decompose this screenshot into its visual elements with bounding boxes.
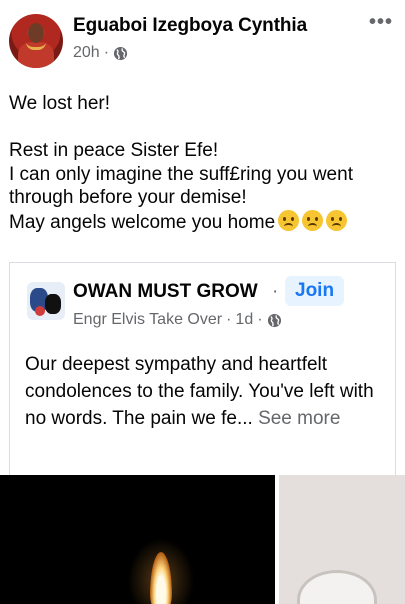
more-options-icon[interactable]: •••: [369, 12, 393, 32]
meta-separator: ·: [257, 311, 263, 328]
meta-separator: ·: [103, 44, 110, 61]
post-line: through before your demise!: [9, 187, 247, 208]
post-meta: 20h ·: [73, 44, 128, 62]
globe-icon[interactable]: [267, 313, 282, 328]
avatar-face: [28, 23, 44, 43]
shared-post-text: Our deepest sympathy and heartfelt condo…: [25, 351, 385, 432]
post-line: May angels welcome you home: [9, 211, 276, 233]
post-line: We lost her!: [9, 93, 111, 114]
post-line: Rest in peace Sister Efe!: [9, 140, 219, 161]
post-line: I can only imagine the suff£ring you wen…: [9, 163, 353, 185]
post-header: Eguaboi Izegboya Cynthia 20h · •••: [0, 0, 405, 80]
author-avatar[interactable]: [9, 14, 63, 68]
group-name[interactable]: OWAN MUST GROW: [73, 281, 258, 303]
post-time[interactable]: 20h: [73, 44, 100, 62]
frowning-face-icon: [326, 209, 348, 231]
frowning-face-icon: [278, 209, 300, 231]
photo-subject: [297, 570, 377, 604]
shared-post-card[interactable]: OWAN MUST GROW · Join Engr Elvis Take Ov…: [9, 262, 396, 477]
group-avatar-map: [45, 294, 61, 314]
frowning-face-icon: [302, 209, 324, 231]
group-avatar-dot: [35, 306, 45, 316]
candle-photo[interactable]: [0, 475, 275, 604]
group-avatar[interactable]: [27, 282, 65, 320]
meta-separator: ·: [226, 311, 232, 328]
group-separator: ·: [272, 281, 279, 302]
globe-icon[interactable]: [113, 46, 128, 61]
post-text: We lost her! Rest in peace Sister Efe! I…: [9, 92, 399, 234]
join-button[interactable]: Join: [285, 276, 345, 306]
shared-poster-name[interactable]: Engr Elvis Take Over: [73, 311, 222, 329]
shared-post-time[interactable]: 1d: [235, 311, 253, 329]
second-photo[interactable]: [279, 475, 405, 604]
post-line-with-emoji: May angels welcome you home: [9, 209, 399, 235]
see-more-link[interactable]: See more: [258, 408, 340, 429]
shared-post-meta: Engr Elvis Take Over · 1d ·: [73, 311, 282, 329]
author-name[interactable]: Eguaboi Izegboya Cynthia: [73, 15, 307, 37]
